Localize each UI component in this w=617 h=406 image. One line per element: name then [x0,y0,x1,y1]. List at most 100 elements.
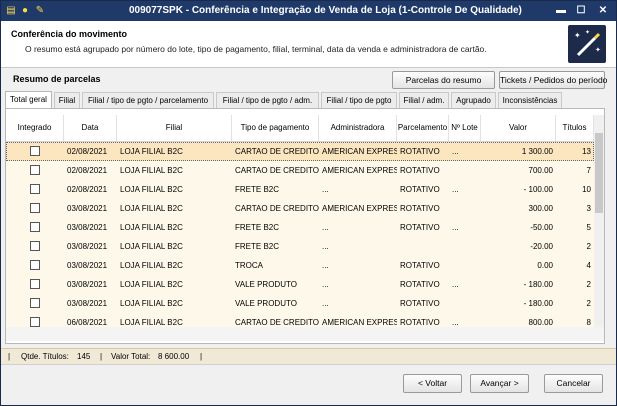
minimize-button[interactable]: ▬ [555,5,567,17]
cell-filial: LOJA FILIAL B2C [120,185,183,194]
cell-adm: AMERICAN EXPRESS [322,204,397,213]
tab-filial-tipo-pgto-adm[interactable]: Filial / tipo de pgto / adm. [216,92,319,108]
cell-valor: 700.00 [528,166,553,175]
main-window: ▤ ● ✎ 009077SPK - Conferência e Integraç… [0,0,617,406]
vertical-scrollbar[interactable] [594,115,604,327]
cell-valor: -50.00 [530,223,553,232]
integrado-checkbox[interactable] [30,146,40,156]
table-row[interactable]: 02/08/2021 LOJA FILIAL B2C FRETE B2C... ROT… [6,180,594,199]
traffic-light-icon[interactable]: ● [19,5,31,17]
integrado-checkbox[interactable] [30,165,40,175]
voltar-button[interactable]: < Voltar [403,374,462,393]
cell-data: 02/08/2021 [67,185,108,194]
tab-filial-tipo-pgto-parcelamento[interactable]: Filial / tipo de pgto / parcelamento [82,92,214,108]
tab-total-geral[interactable]: Total geral [5,91,52,109]
tab-filial-adm[interactable]: Filial / adm. [399,92,449,108]
integrado-checkbox[interactable] [30,298,40,308]
table-row[interactable]: 03/08/2021 LOJA FILIAL B2C FRETE B2C... -20… [6,237,594,256]
cell-valor: -20.00 [530,242,553,251]
tab-agrupado[interactable]: Agrupado [451,92,496,108]
col-parcelamento[interactable]: Parcelamento [397,115,449,141]
cell-valor: 300.00 [528,204,553,213]
avancar-button[interactable]: Avançar > [470,374,529,393]
table-row[interactable]: 03/08/2021 LOJA FILIAL B2C CARTAO DE CREDI… [6,199,594,218]
maximize-button[interactable]: ☐ [575,5,587,17]
cell-titulos: 2 [586,280,591,289]
cell-parc: ROTATIVO [400,280,440,289]
valor-total-value: 8 600.00 [158,352,190,361]
cell-filial: LOJA FILIAL B2C [120,223,183,232]
integrado-checkbox[interactable] [30,203,40,213]
cancelar-button[interactable]: Cancelar [544,374,603,393]
cell-valor: 0.00 [537,261,553,270]
col-valor[interactable]: Valor [481,115,556,141]
col-lote[interactable]: Nº Lote [449,115,481,141]
col-integrado[interactable]: Integrado [6,115,64,141]
cell-lote: ... [452,280,459,289]
table-row[interactable]: 03/08/2021 LOJA FILIAL B2C VALE PRODUTO...… [6,294,594,313]
cell-lote [449,256,481,275]
col-administradora[interactable]: Administradora [319,115,397,141]
cell-titulos: 2 [586,299,591,308]
col-filial[interactable]: Filial [117,115,232,141]
col-titulos[interactable]: Títulos [556,115,594,141]
integrado-checkbox[interactable] [30,317,40,327]
cell-titulos: 3 [586,204,591,213]
cell-adm: ... [322,261,329,270]
table-row[interactable]: 03/08/2021 LOJA FILIAL B2C TROCA... ROTATIV… [6,256,594,275]
vertical-scrollbar-thumb[interactable] [595,133,603,213]
table-row[interactable]: 03/08/2021 LOJA FILIAL B2C VALE PRODUTO...… [6,275,594,294]
cell-lote [449,237,481,256]
window-title: 009077SPK - Conferência e Integração de … [129,5,522,16]
title-bar: ▤ ● ✎ 009077SPK - Conferência e Integraç… [1,1,616,21]
cell-valor: - 180.00 [523,299,553,308]
cell-tipo: CARTAO DE CREDITO F [235,166,319,175]
cell-tipo: VALE PRODUTO [235,299,297,308]
grid-header: Integrado Data Filial Tipo de pagamento … [6,115,594,142]
cell-adm: ... [322,242,329,251]
cell-tipo: CARTAO DE CREDITO F [235,204,319,213]
cell-data: 03/08/2021 [67,223,108,232]
integrado-checkbox[interactable] [30,241,40,251]
cell-lote: ... [452,185,459,194]
cell-tipo: FRETE B2C [235,185,280,194]
menu-icon[interactable]: ▤ [5,5,17,17]
cell-adm: AMERICAN EXPRESS [322,166,397,175]
svg-text:✦: ✦ [574,31,581,40]
integrado-checkbox[interactable] [30,260,40,270]
cell-data: 03/08/2021 [67,280,108,289]
cell-parc: ROTATIVO [400,204,440,213]
parcelas-grid[interactable]: Integrado Data Filial Tipo de pagamento … [5,108,605,344]
cell-filial: LOJA FILIAL B2C [120,204,183,213]
table-row[interactable]: 02/08/2021 LOJA FILIAL B2C CARTAO DE CREDI… [6,161,594,180]
col-data[interactable]: Data [64,115,117,141]
horizontal-scrollbar[interactable] [6,327,604,341]
cell-adm: AMERICAN EXPRESS [322,147,397,156]
table-row[interactable]: 02/08/2021 LOJA FILIAL B2C CARTAO DE CREDI… [6,142,594,161]
tickets-pedidos-button[interactable]: Tickets / Pedidos do período [499,71,607,89]
integrado-checkbox[interactable] [30,222,40,232]
cell-data: 03/08/2021 [67,204,108,213]
tab-filial[interactable]: Filial [54,92,80,108]
tab-inconsistencias[interactable]: Inconsistências [498,92,562,108]
cell-data: 03/08/2021 [67,261,108,270]
tab-filial-tipo-pgto[interactable]: Filial / tipo de pgto [321,92,397,108]
table-row[interactable]: 03/08/2021 LOJA FILIAL B2C FRETE B2C... ROT… [6,218,594,237]
cell-valor: - 180.00 [523,280,553,289]
col-tipo-pagamento[interactable]: Tipo de pagamento [232,115,319,141]
cell-parc: ROTATIVO [400,166,440,175]
cell-tipo: CARTAO DE CREDITO F [235,147,319,156]
integrado-checkbox[interactable] [30,279,40,289]
cell-tipo: TROCA [235,261,263,270]
cell-filial: LOJA FILIAL B2C [120,147,183,156]
close-button[interactable]: ✕ [597,5,609,17]
magic-wand-icon: ✦ ✦ ✦ [568,25,606,63]
integrado-checkbox[interactable] [30,184,40,194]
cell-parc: ROTATIVO [400,299,440,308]
parcelas-resumo-button[interactable]: Parcelas do resumo [392,71,495,89]
cell-parc: ROTATIVO [400,261,440,270]
cell-lote [449,294,481,313]
wrench-icon[interactable]: ✎ [34,5,46,17]
cell-adm: ... [322,280,329,289]
cell-data: 03/08/2021 [67,242,108,251]
